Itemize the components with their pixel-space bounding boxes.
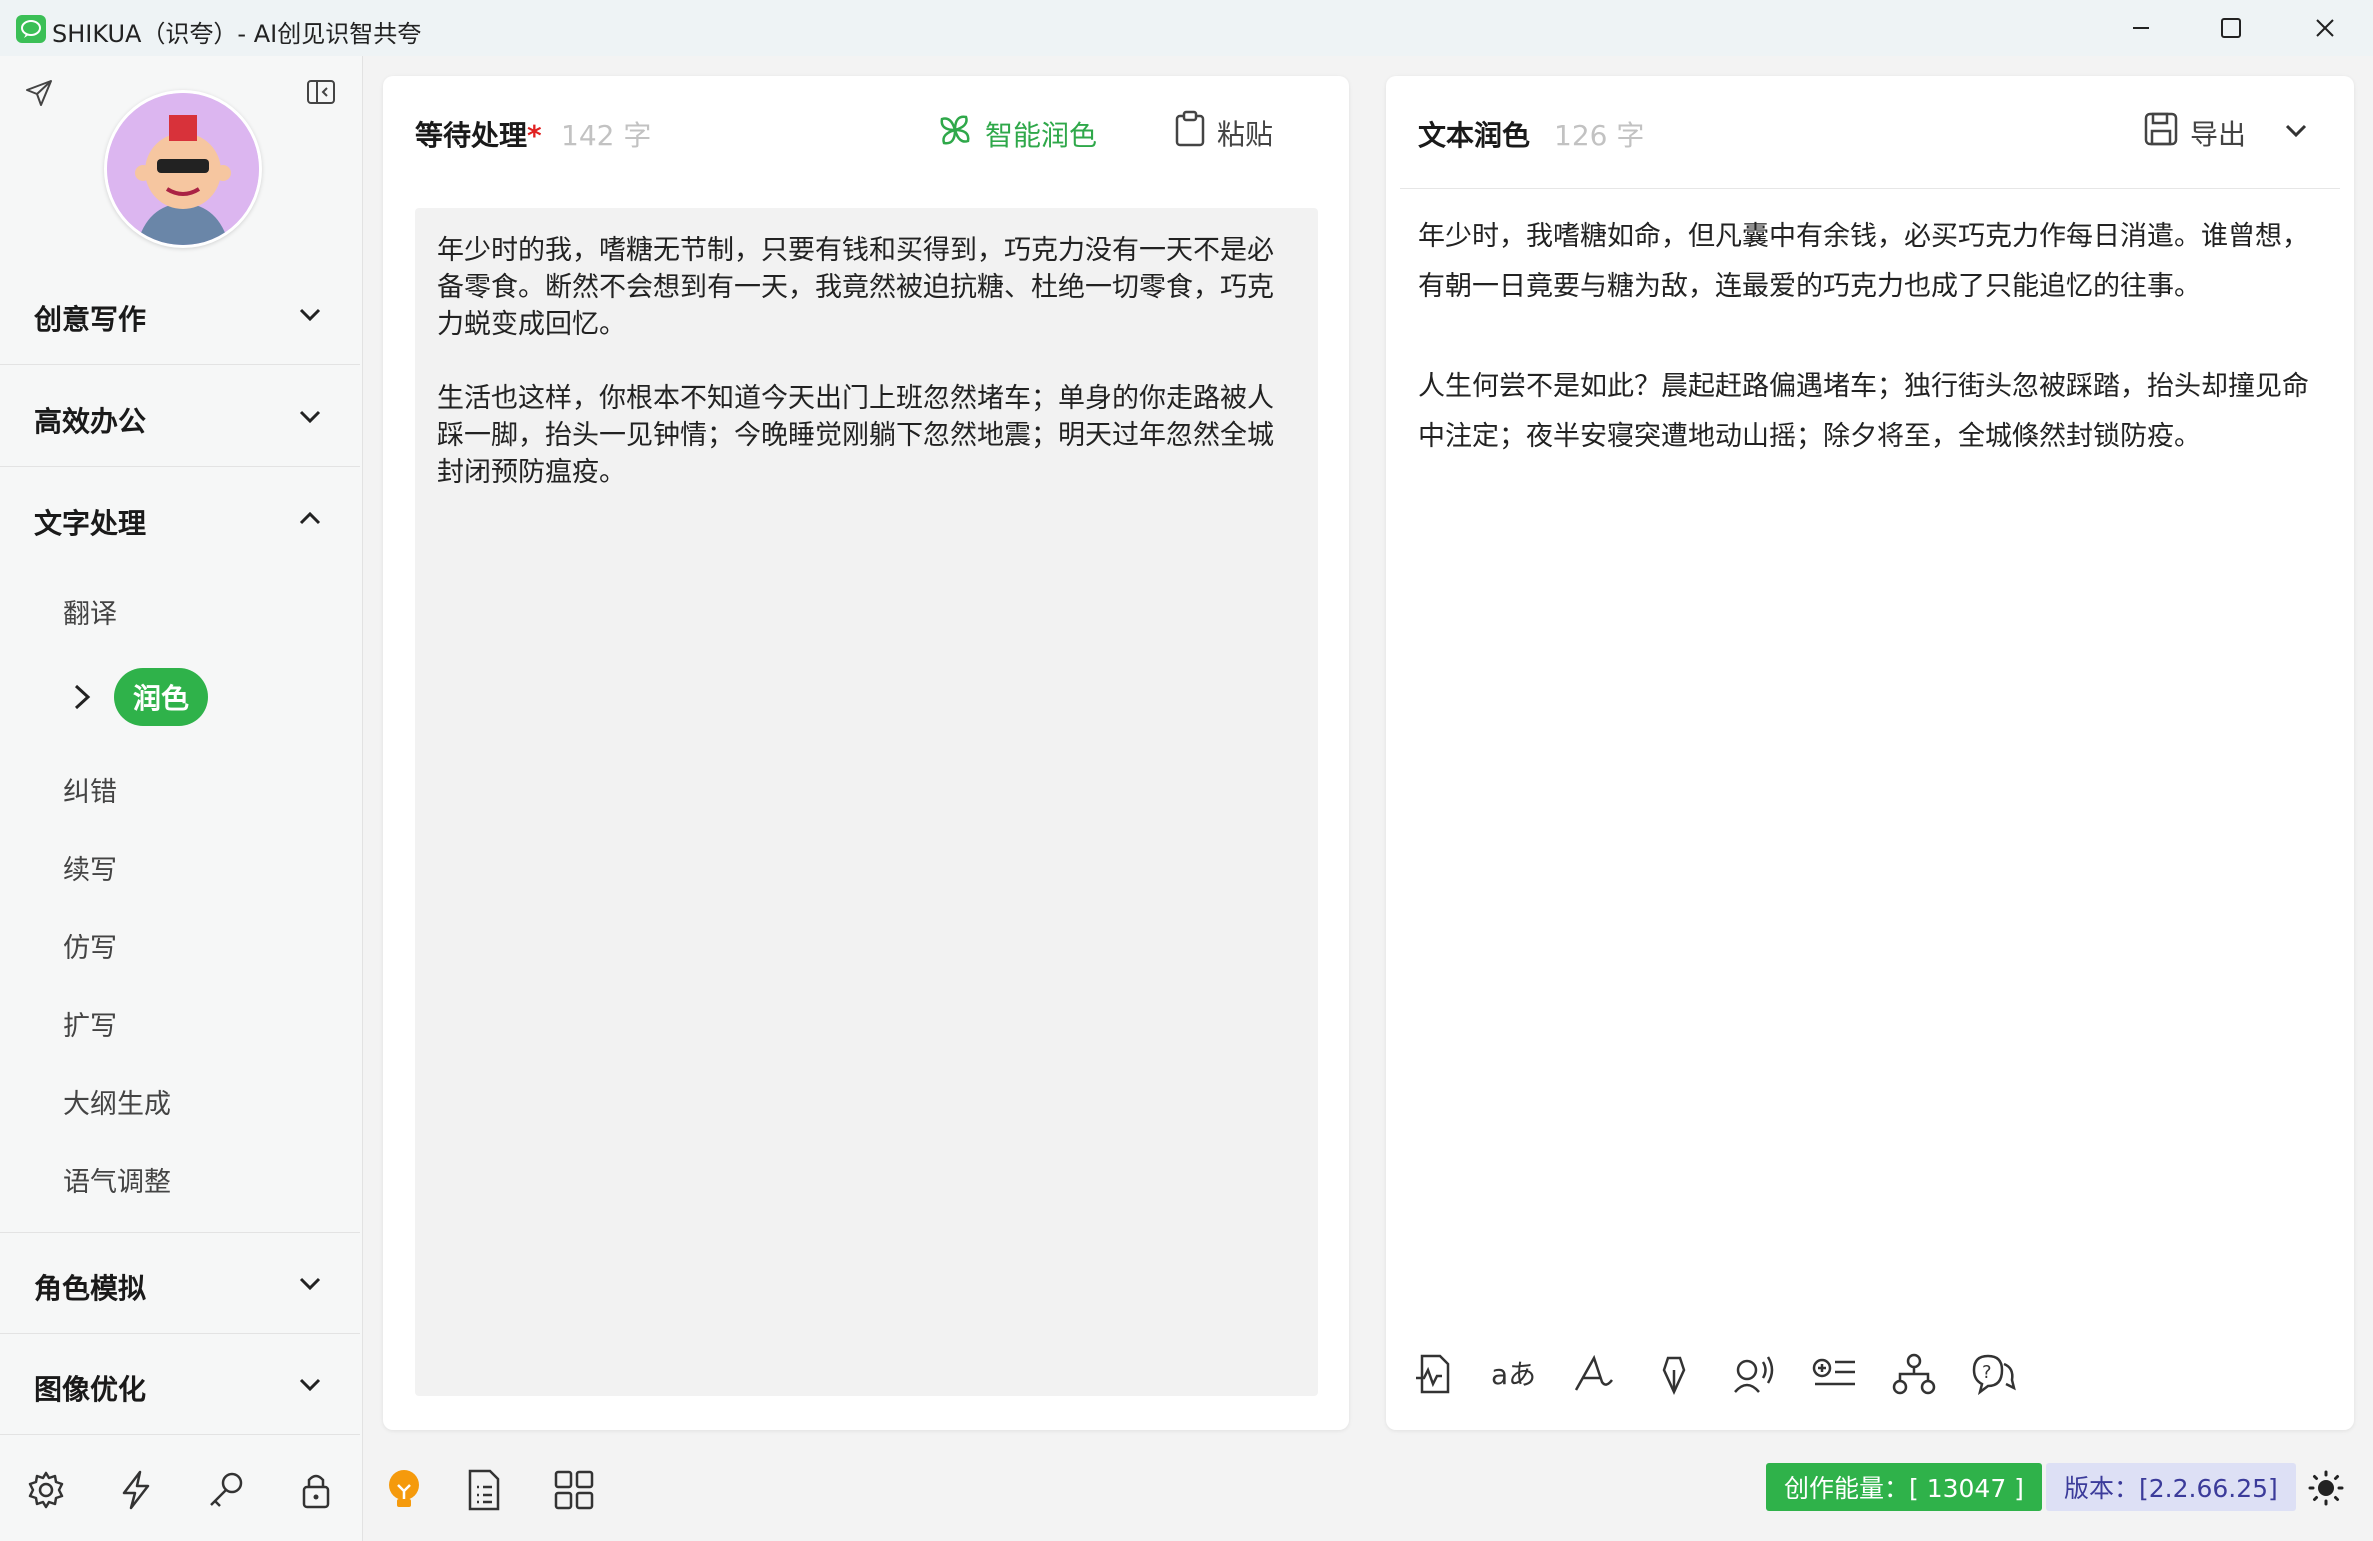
translate-icon[interactable]: aあ	[1486, 1346, 1542, 1402]
chevron-down-icon	[296, 402, 324, 434]
gear-icon[interactable]	[22, 1466, 70, 1514]
help-chat-icon[interactable]: ?	[1966, 1346, 2022, 1402]
document-list-icon[interactable]	[460, 1466, 508, 1514]
chevron-up-icon	[296, 504, 324, 536]
lightbulb-icon[interactable]	[380, 1466, 428, 1514]
sidebar-item-translate[interactable]: 翻译	[63, 592, 117, 631]
send-icon[interactable]	[24, 78, 54, 112]
input-textarea[interactable]: 年少时的我，嗜糖无节制，只要有钱和买得到，巧克力没有一天不是必备零食。断然不会想…	[415, 208, 1318, 1396]
sidebar-item-tone[interactable]: 语气调整	[63, 1160, 171, 1199]
nav-section-role-play[interactable]: 角色模拟	[0, 1232, 360, 1334]
close-button[interactable]	[2300, 10, 2350, 46]
sidebar-item-correct[interactable]: 纠错	[63, 770, 117, 809]
sidebar: 创意写作 高效办公 文字处理 翻译 润色 纠错 续写 仿写 扩写 大纲生成 语气…	[0, 56, 363, 1541]
clipboard-icon	[1173, 110, 1207, 155]
nav-section-label: 角色模拟	[34, 1272, 147, 1305]
input-char-count: 142 字	[561, 119, 652, 152]
export-button[interactable]: 导出	[2142, 110, 2246, 155]
energy-badge: 创作能量：[ 13047 ]	[1766, 1463, 2042, 1511]
nav-section-label: 创意写作	[34, 303, 147, 336]
grid-icon[interactable]	[550, 1466, 598, 1514]
chevron-down-icon	[296, 1269, 324, 1301]
chevron-down-icon[interactable]	[2282, 116, 2310, 148]
chevron-down-icon	[296, 1370, 324, 1402]
sidebar-item-polish[interactable]: 润色	[114, 668, 208, 726]
smart-polish-button[interactable]: 智能润色	[935, 110, 1097, 157]
collapse-sidebar-icon[interactable]	[306, 78, 336, 110]
paste-button[interactable]: 粘贴	[1173, 110, 1273, 155]
lightning-icon[interactable]	[112, 1466, 160, 1514]
nav-section-creative-writing[interactable]: 创意写作	[0, 264, 360, 365]
hierarchy-icon[interactable]	[1886, 1346, 1942, 1402]
output-text: 年少时，我嗜糖如命，但凡囊中有余钱，必买巧克力作每日消遣。谁曾想，有朝一日竟要与…	[1418, 221, 2309, 452]
chevron-down-icon	[296, 300, 324, 332]
sun-icon[interactable]	[2306, 1468, 2346, 1508]
pinwheel-icon	[935, 110, 975, 157]
save-icon	[2142, 110, 2180, 155]
app-logo-icon	[16, 15, 46, 43]
version-badge: 版本：[2.2.66.25]	[2046, 1463, 2296, 1511]
nav-section-image[interactable]: 图像优化	[0, 1334, 360, 1435]
paste-label: 粘贴	[1217, 117, 1274, 151]
window-title: SHIKUA（识夸）- AI创见识智共夸	[52, 20, 422, 48]
export-label: 导出	[2190, 117, 2247, 151]
input-text: 年少时的我，嗜糖无节制，只要有钱和买得到，巧克力没有一天不是必备零食。断然不会想…	[437, 235, 1274, 488]
svg-text:?: ?	[1982, 1362, 1992, 1383]
divider	[1400, 188, 2340, 189]
svg-text:aあ: aあ	[1491, 1358, 1536, 1391]
signature-icon[interactable]	[1566, 1346, 1622, 1402]
nav-section-label: 高效办公	[34, 405, 147, 438]
input-panel-title: 等待处理*	[415, 119, 542, 152]
output-panel-title: 文本润色	[1418, 119, 1531, 152]
sidebar-item-continue[interactable]: 续写	[63, 848, 117, 887]
minimize-button[interactable]	[2116, 10, 2166, 46]
chevron-right-icon	[70, 682, 94, 716]
key-icon[interactable]	[202, 1466, 250, 1514]
file-pulse-icon[interactable]	[1406, 1346, 1462, 1402]
smart-polish-label: 智能润色	[985, 118, 1098, 152]
sidebar-item-imitate[interactable]: 仿写	[63, 926, 117, 965]
output-char-count: 126 字	[1554, 119, 1645, 152]
input-panel: 等待处理* 142 字 智能润色 粘贴 年少时的我，嗜糖无节制，只要有钱和买得到…	[383, 76, 1349, 1430]
pen-nib-icon[interactable]	[1646, 1346, 1702, 1402]
voice-icon[interactable]	[1726, 1346, 1782, 1402]
avatar[interactable]	[104, 90, 262, 248]
title-bar: SHIKUA（识夸）- AI创见识智共夸	[0, 0, 2373, 56]
sidebar-item-expand[interactable]: 扩写	[63, 1004, 117, 1043]
add-list-icon[interactable]	[1806, 1346, 1862, 1402]
nav-section-label: 文字处理	[34, 507, 147, 540]
nav-section-office[interactable]: 高效办公	[0, 366, 360, 467]
nav-section-text-processing[interactable]: 文字处理	[0, 468, 360, 568]
maximize-button[interactable]	[2206, 10, 2256, 46]
lock-icon[interactable]	[292, 1466, 340, 1514]
output-panel: 文本润色 126 字 导出 年少时，我嗜糖如命，但凡囊中有余钱，必买巧克力作每日…	[1386, 76, 2354, 1430]
sidebar-item-outline[interactable]: 大纲生成	[63, 1082, 171, 1121]
nav-section-label: 图像优化	[34, 1373, 147, 1406]
